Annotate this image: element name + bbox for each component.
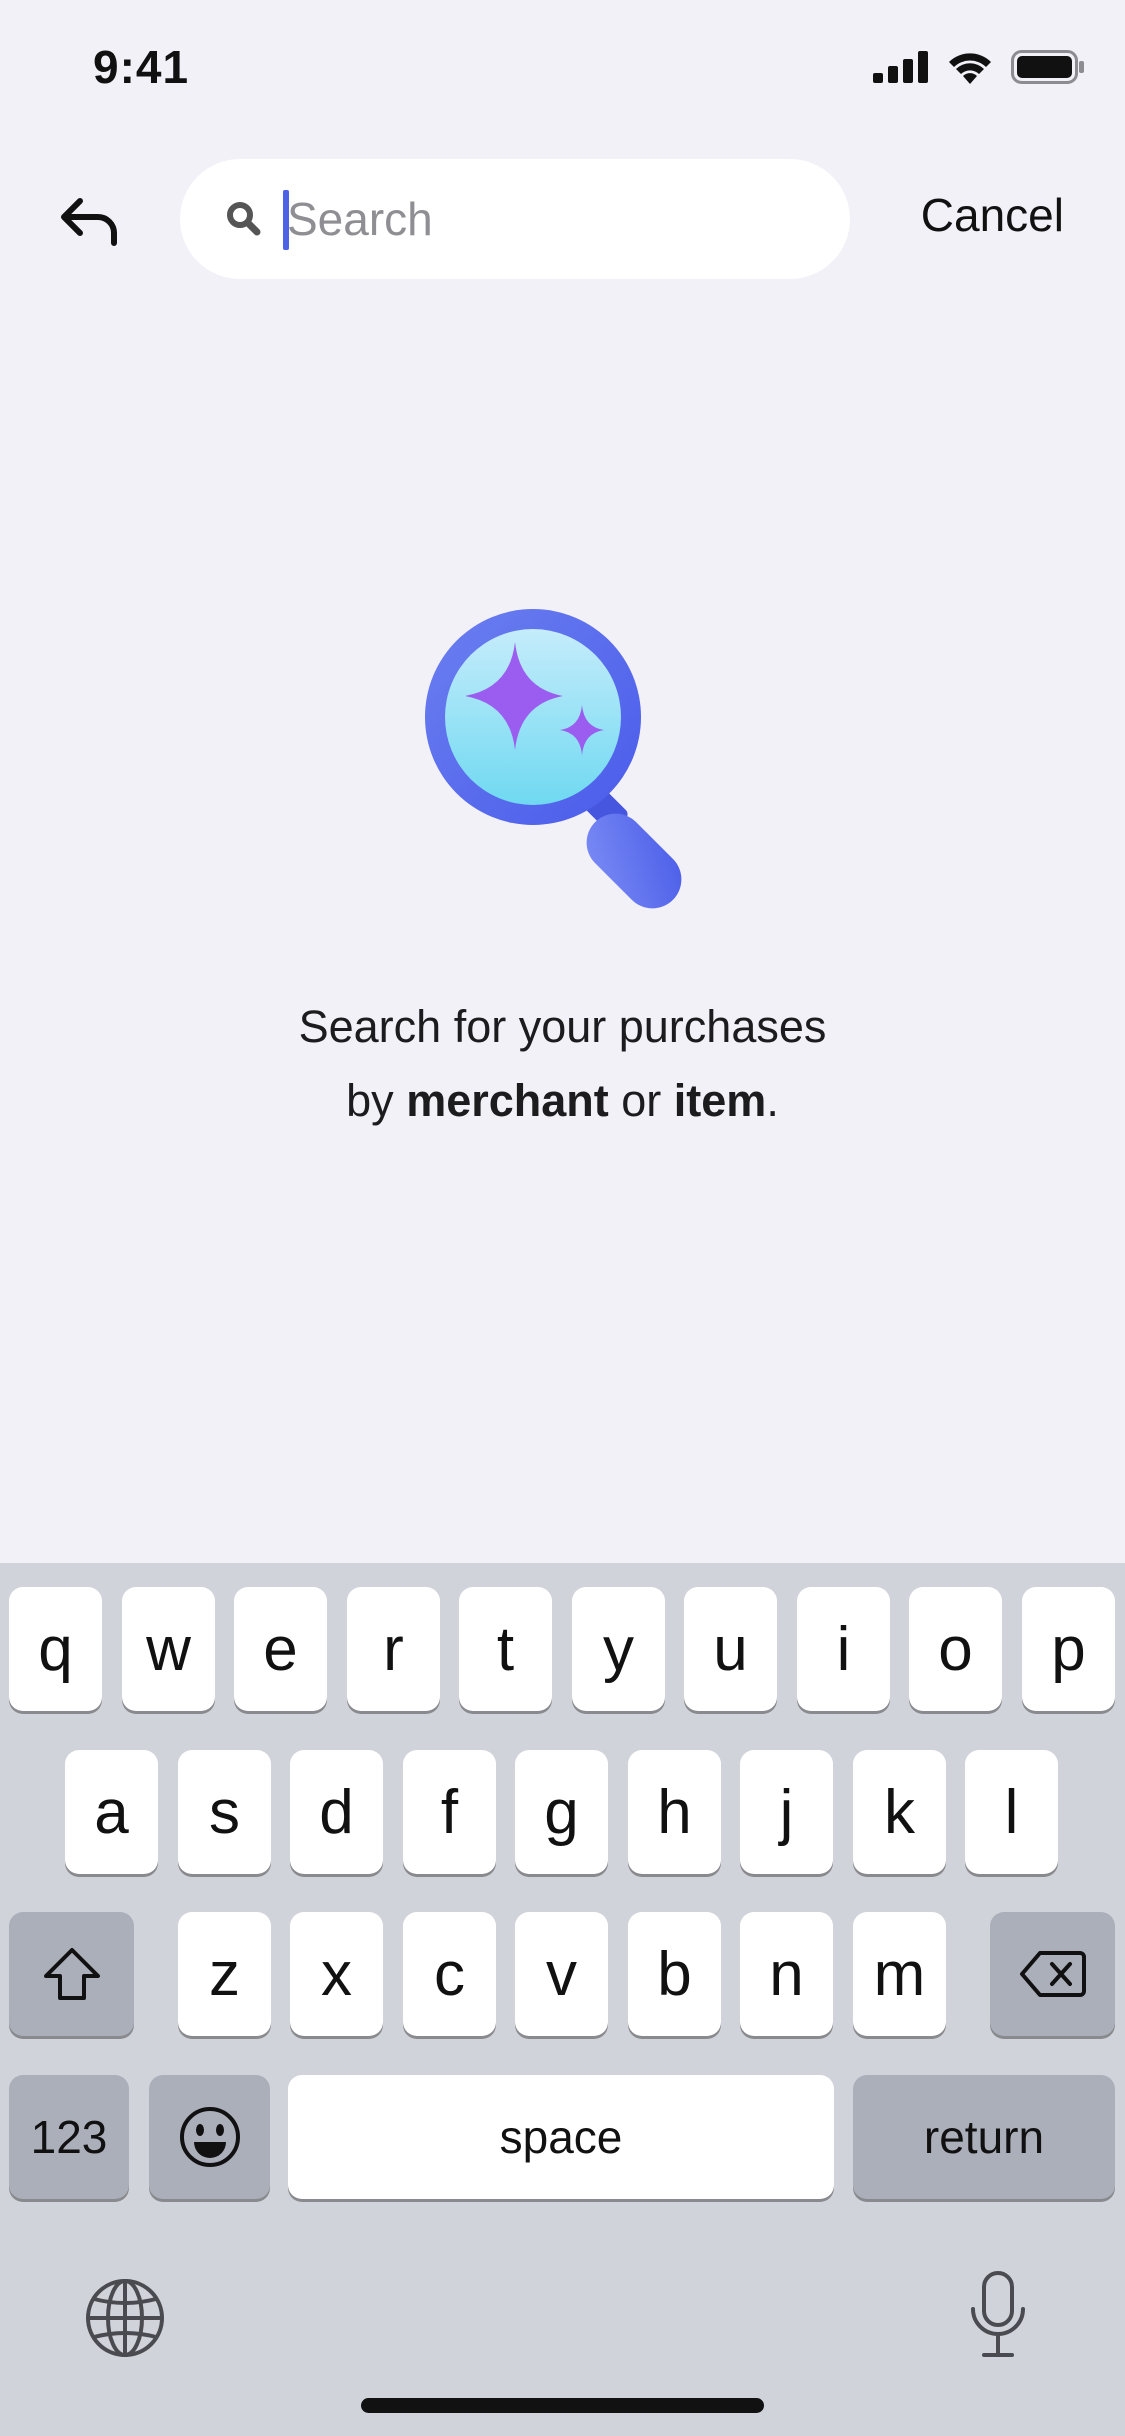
key-a[interactable]: a <box>65 1750 158 1874</box>
space-key[interactable]: space <box>288 2075 834 2199</box>
key-u[interactable]: u <box>684 1587 777 1711</box>
key-v[interactable]: v <box>515 1912 608 2036</box>
key-b[interactable]: b <box>628 1912 721 2036</box>
home-indicator[interactable] <box>361 2398 764 2413</box>
key-f[interactable]: f <box>403 1750 496 1874</box>
empty-state-line-2: by merchant or item. <box>0 1064 1125 1138</box>
key-g[interactable]: g <box>515 1750 608 1874</box>
globe-icon[interactable] <box>84 2277 166 2359</box>
shift-icon <box>43 1948 100 2000</box>
wifi-icon <box>949 53 991 84</box>
key-m[interactable]: m <box>853 1912 946 2036</box>
emoji-icon <box>179 2107 240 2167</box>
key-e[interactable]: e <box>234 1587 327 1711</box>
status-time: 9:41 <box>93 41 190 93</box>
line2-suffix: . <box>766 1075 779 1126</box>
key-w[interactable]: w <box>122 1587 215 1711</box>
key-d[interactable]: d <box>290 1750 383 1874</box>
line2-prefix: by <box>346 1075 407 1126</box>
backspace-icon <box>1019 1951 1086 1997</box>
key-j[interactable]: j <box>740 1750 833 1874</box>
back-button[interactable] <box>50 182 130 262</box>
empty-state-line-1: Search for your purchases <box>298 1001 827 1052</box>
keyboard: q w e r t y u i o p a s d f g h j k l z … <box>0 1563 1125 2436</box>
key-q[interactable]: q <box>9 1587 102 1711</box>
search-bar[interactable] <box>180 159 850 279</box>
key-c[interactable]: c <box>403 1912 496 2036</box>
status-bar: 9:41 <box>0 0 1125 140</box>
key-t[interactable]: t <box>459 1587 552 1711</box>
battery-icon <box>1011 50 1084 84</box>
key-i[interactable]: i <box>797 1587 890 1711</box>
key-s[interactable]: s <box>178 1750 271 1874</box>
line2-middle: or <box>608 1075 674 1126</box>
back-arrow-icon <box>61 198 117 246</box>
merchant-keyword: merchant <box>406 1075 609 1126</box>
search-icon <box>227 202 261 236</box>
signal-icon <box>873 51 928 83</box>
numbers-key[interactable]: 123 <box>9 2075 129 2199</box>
item-keyword: item <box>673 1075 767 1126</box>
key-o[interactable]: o <box>909 1587 1002 1711</box>
key-y[interactable]: y <box>572 1587 665 1711</box>
status-icons <box>873 50 1085 84</box>
key-k[interactable]: k <box>853 1750 946 1874</box>
emoji-key[interactable] <box>149 2075 270 2199</box>
search-input[interactable] <box>287 179 807 259</box>
key-r[interactable]: r <box>347 1587 440 1711</box>
return-key[interactable]: return <box>853 2075 1115 2199</box>
key-l[interactable]: l <box>965 1750 1058 1874</box>
shift-key[interactable] <box>9 1912 134 2036</box>
microphone-icon[interactable] <box>967 2269 1029 2361</box>
key-n[interactable]: n <box>740 1912 833 2036</box>
sparkle-magnifier-icon <box>425 609 682 909</box>
key-p[interactable]: p <box>1022 1587 1115 1711</box>
cancel-button[interactable]: Cancel <box>921 188 1064 242</box>
empty-state-message: Search for your purchases by merchant or… <box>0 990 1125 1138</box>
backspace-key[interactable] <box>990 1912 1115 2036</box>
key-h[interactable]: h <box>628 1750 721 1874</box>
key-z[interactable]: z <box>178 1912 271 2036</box>
key-x[interactable]: x <box>290 1912 383 2036</box>
